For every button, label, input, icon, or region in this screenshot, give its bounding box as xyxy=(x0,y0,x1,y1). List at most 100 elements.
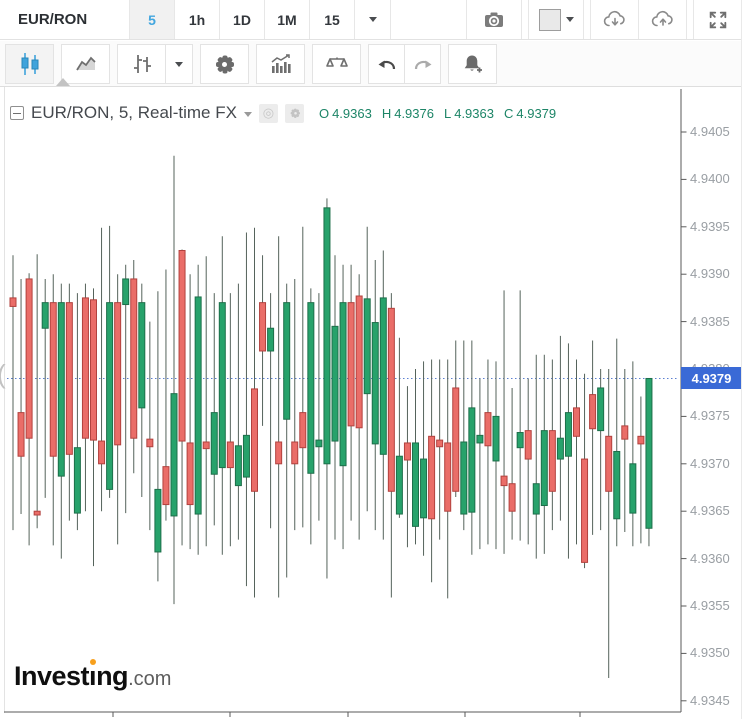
fullscreen-button[interactable] xyxy=(694,0,742,39)
quick-symbol-button[interactable]: ◎ xyxy=(259,104,278,123)
quick-settings-button[interactable] xyxy=(285,104,304,123)
redo-button[interactable] xyxy=(404,44,441,84)
symbol-search[interactable]: EUR/RON xyxy=(0,0,130,39)
candle-down xyxy=(388,308,394,491)
style-dropdown-button[interactable] xyxy=(165,44,193,84)
legend-title[interactable]: EUR/RON, 5, Real-time FX xyxy=(31,103,237,123)
candle-up xyxy=(332,326,338,441)
candle-down xyxy=(445,443,451,511)
y-axis-label: 4.9365 xyxy=(690,503,740,519)
candle-up xyxy=(42,303,48,329)
y-axis-label: 4.9405 xyxy=(690,124,740,140)
layout-swatch-button[interactable] xyxy=(529,0,584,39)
candle-down xyxy=(453,388,459,491)
gear-icon xyxy=(214,53,236,75)
candle-down xyxy=(18,413,24,457)
candle-up xyxy=(413,443,419,526)
candle-up xyxy=(493,416,499,461)
camera-icon xyxy=(482,8,506,32)
cloud-download-icon xyxy=(602,8,628,32)
candlestick-icon xyxy=(18,51,42,77)
candle-down xyxy=(549,431,555,492)
area-chart-icon xyxy=(74,52,98,76)
candle-down xyxy=(276,442,282,464)
snapshot-camera-button[interactable] xyxy=(467,0,522,39)
compare-button[interactable] xyxy=(312,44,361,84)
legend-collapse-button[interactable] xyxy=(10,106,24,120)
indicators-button[interactable] xyxy=(256,44,305,84)
candle-up xyxy=(396,456,402,514)
logo-orange-dot xyxy=(90,659,96,665)
add-alert-button[interactable] xyxy=(448,44,497,84)
chevron-down-icon xyxy=(175,62,183,67)
candle-up xyxy=(477,435,483,443)
candle-down xyxy=(348,303,354,426)
chart-panel: EUR/RON, 5, Real-time FX ◎ O4.9363 H4.93… xyxy=(0,86,742,719)
redo-icon xyxy=(411,53,435,75)
candle-up xyxy=(324,208,330,464)
symbol-label: EUR/RON xyxy=(18,11,87,28)
candle-up xyxy=(211,413,217,475)
chart-widget: EUR/RON 5 1h 1D 1M 15 xyxy=(0,0,742,719)
close-value: 4.9379 xyxy=(516,106,556,121)
candle-up xyxy=(630,464,636,513)
candle-down xyxy=(437,440,443,447)
candle-up xyxy=(598,388,604,431)
timeframe-15[interactable]: 15 xyxy=(310,0,355,39)
indicators-icon xyxy=(268,52,294,76)
timeframe-1h[interactable]: 1h xyxy=(175,0,220,39)
top-toolbar: EUR/RON 5 1h 1D 1M 15 xyxy=(0,0,742,40)
ohlc-bars-icon xyxy=(130,52,154,76)
price-axis[interactable]: 4.94054.94004.93954.93904.93854.93804.93… xyxy=(681,87,742,713)
candle-up xyxy=(469,408,475,512)
candle-down xyxy=(404,443,410,460)
candle-up xyxy=(139,303,145,408)
timeframe-1m[interactable]: 1M xyxy=(265,0,310,39)
candle-up xyxy=(614,451,620,518)
candle-up xyxy=(195,297,201,514)
candle-down xyxy=(606,436,612,491)
candle-up xyxy=(284,303,290,420)
candle-down xyxy=(292,442,298,464)
candle-down xyxy=(34,511,40,515)
chevron-down-icon xyxy=(369,17,377,22)
candle-up xyxy=(74,448,80,513)
candle-down xyxy=(582,459,588,562)
load-chart-button[interactable] xyxy=(591,0,639,39)
candle-up xyxy=(421,459,427,518)
candle-up xyxy=(533,484,539,514)
low-value: 4.9363 xyxy=(454,106,494,121)
candle-up xyxy=(171,394,177,516)
candlestick-style-button[interactable] xyxy=(5,44,54,84)
candle-down xyxy=(179,251,185,442)
undo-button[interactable] xyxy=(368,44,405,84)
candle-up xyxy=(461,442,467,514)
candle-down xyxy=(525,431,531,459)
candle-up xyxy=(243,435,249,477)
open-value: 4.9363 xyxy=(332,106,372,121)
timeframe-5[interactable]: 5 xyxy=(130,0,175,39)
candle-down xyxy=(622,426,628,439)
pane-drag-handle[interactable]: ( xyxy=(0,359,6,390)
candlestick-plot[interactable] xyxy=(0,87,742,719)
candle-up xyxy=(557,438,563,459)
chevron-down-icon xyxy=(566,17,574,22)
settings-button[interactable] xyxy=(200,44,249,84)
toolbar-collapse-arrow-icon[interactable] xyxy=(56,78,70,86)
candle-up xyxy=(340,303,346,466)
timeframe-dropdown[interactable] xyxy=(355,0,391,39)
candle-up xyxy=(308,303,314,474)
candle-up xyxy=(123,279,129,305)
top-toolbar-right xyxy=(460,0,742,39)
bars-style-button[interactable] xyxy=(117,44,166,84)
candle-up xyxy=(541,431,547,506)
chevron-down-icon xyxy=(244,112,252,117)
bell-plus-icon xyxy=(460,52,486,76)
save-chart-button[interactable] xyxy=(639,0,687,39)
candle-down xyxy=(115,303,121,445)
timeframe-1d[interactable]: 1D xyxy=(220,0,265,39)
candle-down xyxy=(485,413,491,446)
investing-logo: Investıng .com xyxy=(14,661,171,692)
candle-down xyxy=(66,303,72,455)
candle-down xyxy=(163,467,169,505)
